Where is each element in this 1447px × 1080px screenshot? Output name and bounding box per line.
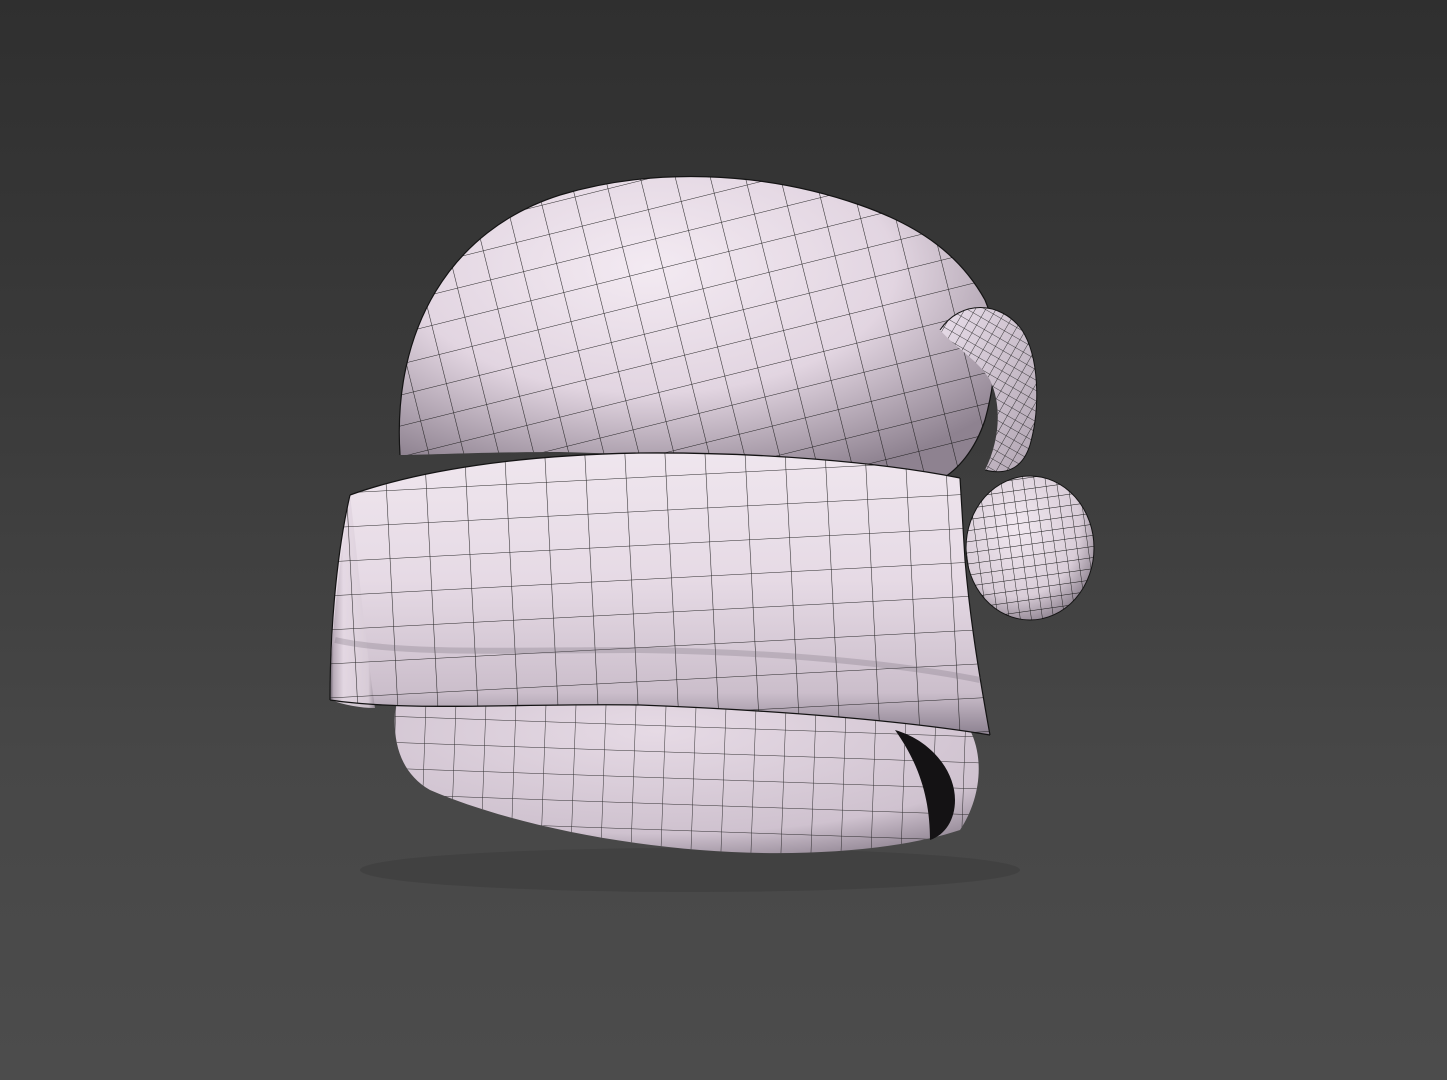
- pom-pom[interactable]: [960, 470, 1100, 630]
- 3d-viewport[interactable]: [0, 0, 1447, 1080]
- hat-dome[interactable]: [380, 160, 1020, 500]
- hat-cuff[interactable]: [320, 440, 1010, 750]
- hat-model[interactable]: [0, 0, 1447, 1080]
- ground-shadow: [360, 848, 1020, 892]
